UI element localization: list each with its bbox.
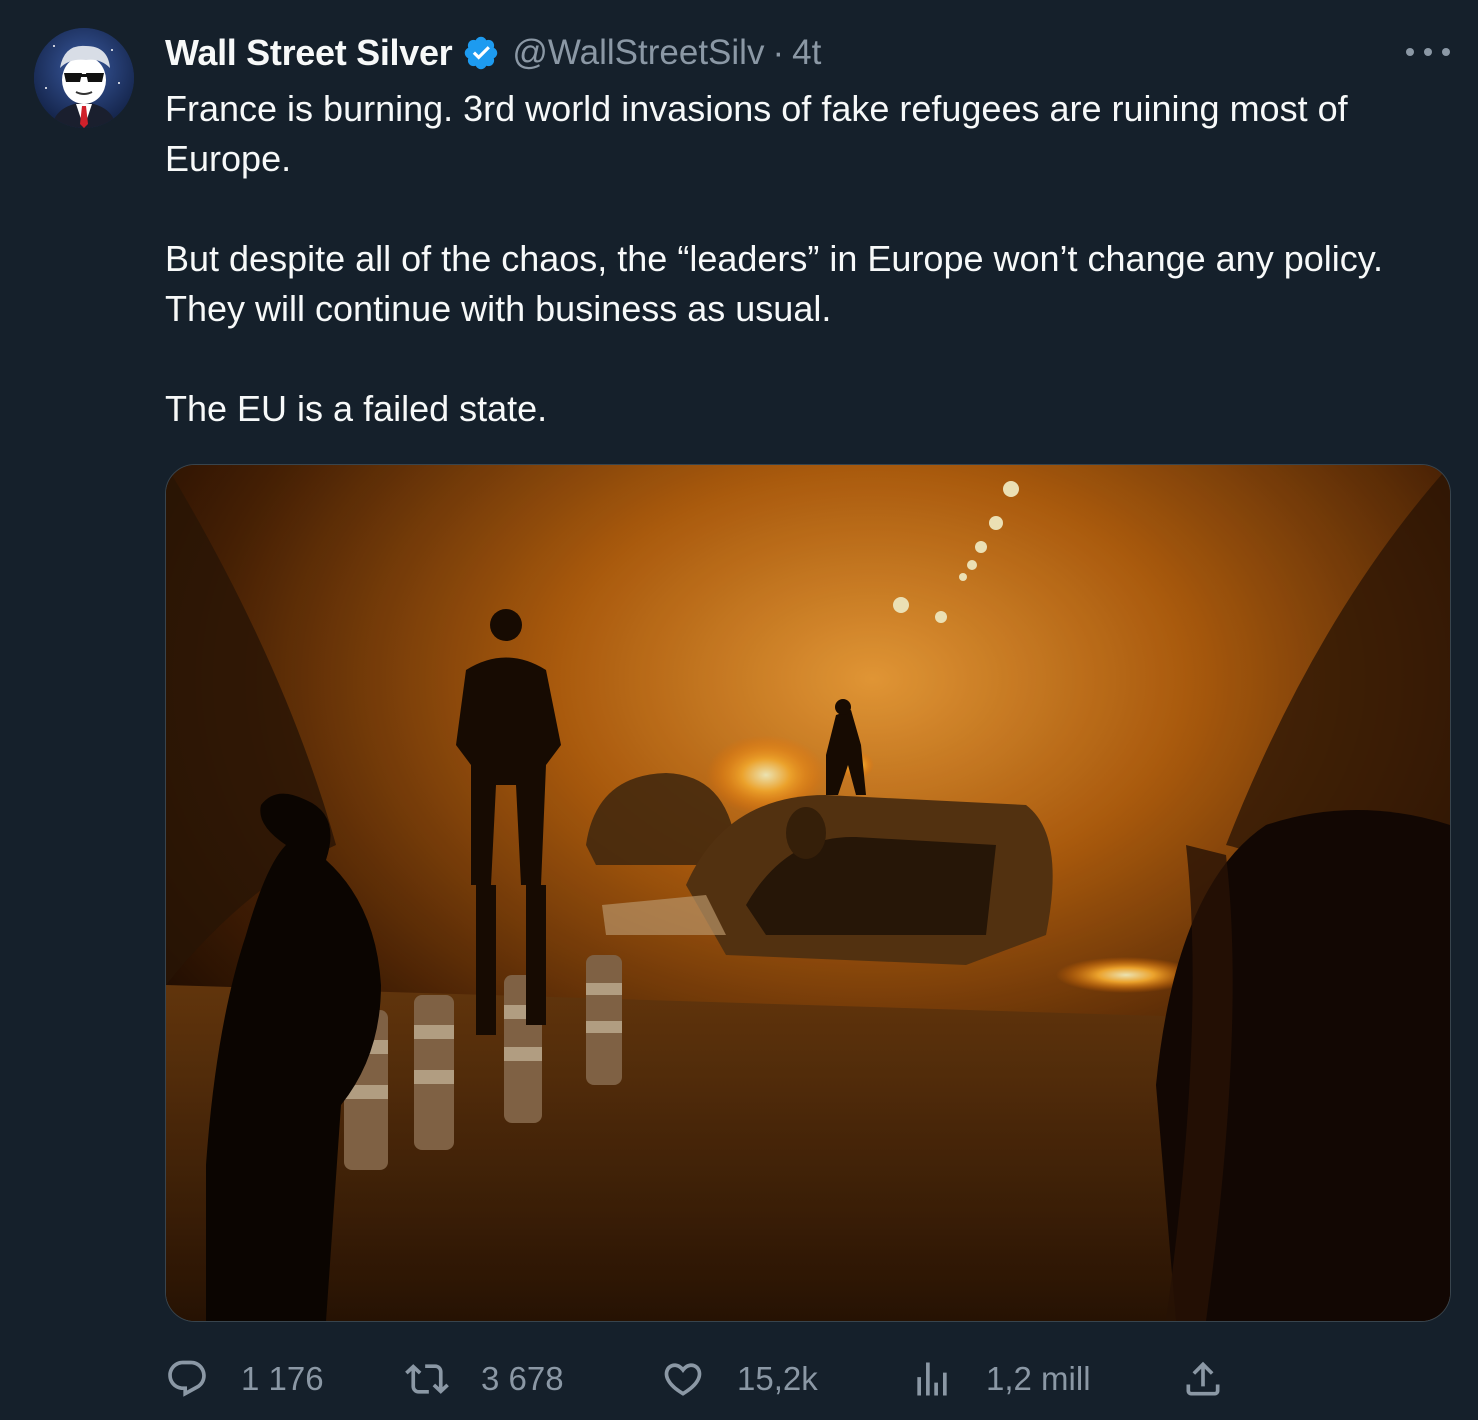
tweet-actions: 1 176 3 678 15,2k 1,2 mill bbox=[165, 1352, 1265, 1406]
heart-icon bbox=[661, 1357, 705, 1401]
retweet-icon bbox=[405, 1357, 449, 1401]
like-count: 15,2k bbox=[737, 1360, 818, 1397]
avatar[interactable] bbox=[34, 28, 134, 128]
views-count: 1,2 mill bbox=[986, 1360, 1091, 1397]
tweet-photo[interactable] bbox=[165, 464, 1451, 1322]
timestamp[interactable]: 4t bbox=[792, 33, 821, 73]
share-button[interactable] bbox=[1181, 1352, 1225, 1406]
tweet-paragraph: But despite all of the chaos, the “leade… bbox=[165, 238, 1384, 329]
tweet-header: Wall Street Silver @WallStreetSilv · 4t bbox=[165, 30, 821, 76]
views-button[interactable]: 1,2 mill bbox=[910, 1352, 1091, 1406]
more-options-icon[interactable] bbox=[1406, 34, 1450, 70]
author-name[interactable]: Wall Street Silver bbox=[165, 32, 453, 74]
share-icon bbox=[1181, 1357, 1225, 1401]
like-button[interactable]: 15,2k bbox=[661, 1352, 818, 1406]
tweet-text: France is burning. 3rd world invasions o… bbox=[165, 84, 1450, 434]
reply-button[interactable]: 1 176 bbox=[165, 1352, 324, 1406]
tweet-paragraph: France is burning. 3rd world invasions o… bbox=[165, 88, 1348, 179]
tweet[interactable]: Wall Street Silver @WallStreetSilv · 4t … bbox=[0, 0, 1478, 1420]
reply-count: 1 176 bbox=[241, 1360, 324, 1397]
retweet-count: 3 678 bbox=[481, 1360, 564, 1397]
retweet-button[interactable]: 3 678 bbox=[405, 1352, 564, 1406]
tweet-paragraph: The EU is a failed state. bbox=[165, 388, 548, 429]
analytics-icon bbox=[910, 1357, 954, 1401]
verified-badge-icon bbox=[462, 34, 500, 72]
author-handle[interactable]: @WallStreetSilv bbox=[512, 33, 764, 73]
reply-icon bbox=[165, 1357, 209, 1401]
separator-dot: · bbox=[772, 33, 785, 72]
